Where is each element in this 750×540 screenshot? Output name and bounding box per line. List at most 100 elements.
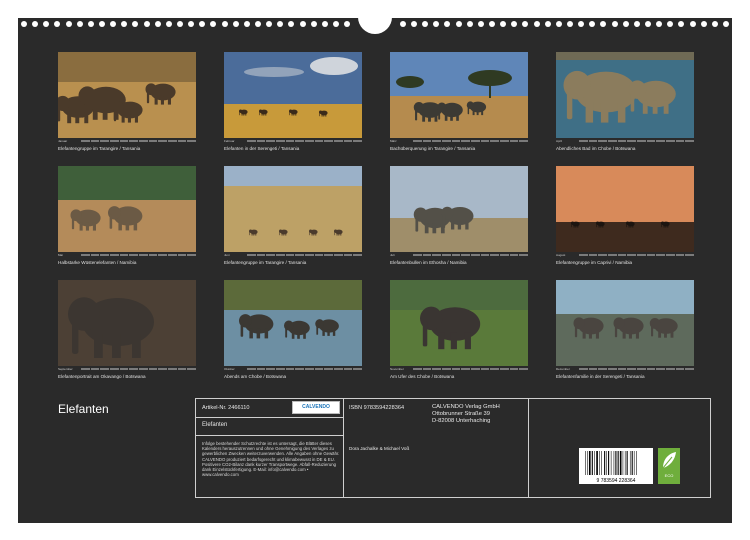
- binding-hole: [321, 21, 328, 27]
- binding-hole: [656, 21, 663, 27]
- month-name: Juli: [390, 252, 395, 257]
- binding-hole: [143, 21, 150, 27]
- binding-hole: [65, 21, 72, 27]
- elephant-photo: [58, 280, 196, 366]
- isbn: ISBN 9783594228364: [349, 405, 405, 411]
- photo-caption: Elefantengruppe im Caprivi / Namibia: [556, 260, 633, 265]
- elephant-photo: [390, 280, 528, 366]
- mini-calendar-strip: Mai: [58, 252, 197, 257]
- month-name: Februar: [224, 138, 235, 143]
- photo-card: November Am Ufer des Chobe / Botswana: [390, 280, 529, 379]
- month-name: Mai: [58, 252, 63, 257]
- binding-hole: [344, 21, 351, 27]
- binding-hole: [578, 21, 585, 27]
- elephant-photo: [224, 166, 362, 252]
- elephant-photo: [224, 52, 362, 138]
- binding-hole: [310, 21, 317, 27]
- binding-hole: [411, 21, 417, 27]
- photo-card: September Elefantenportrait am Okavango …: [58, 280, 197, 379]
- binding-hole: [243, 21, 250, 27]
- elephant-photo: [390, 52, 528, 138]
- binding-hole: [121, 21, 128, 27]
- binding-hole: [466, 21, 473, 27]
- photo-caption: Elefantengruppe im Tarangire / Tansania: [224, 260, 307, 265]
- binding-hole: [288, 21, 295, 27]
- mini-calendar-strip: April: [556, 138, 695, 143]
- binding-hole: [489, 21, 495, 27]
- binding-hole: [533, 21, 540, 27]
- info-box: Artikel-Nr. 2466110 CALVENDO Elefanten I…: [195, 398, 711, 498]
- mini-calendar-strip: Juli: [390, 252, 529, 257]
- binding-hole: [333, 21, 339, 27]
- calvendo-logo: CALVENDO: [292, 401, 340, 414]
- binding-hole: [399, 21, 406, 27]
- photo-caption: Elefantenfamilie in der Serengeti / Tans…: [556, 374, 645, 379]
- calendar-title: Elefanten: [58, 402, 109, 416]
- photo-card: Januar Elefantengruppe im Tarangire / Ta…: [58, 52, 197, 151]
- photo-card: Mai Halbstarke Wüstenelefanten / Namibia: [58, 166, 197, 265]
- binding-hole: [54, 21, 61, 27]
- divider: [528, 399, 529, 497]
- barcode: 9 783594 228364: [579, 448, 653, 484]
- binding-hole: [132, 21, 139, 27]
- divider: [343, 399, 344, 497]
- binding-hole: [433, 21, 440, 27]
- photo-caption: Abends am Chobe / Botswana: [224, 374, 287, 379]
- month-name: Januar: [58, 138, 68, 143]
- binding-hole: [711, 21, 718, 27]
- photo-caption: Elefantenportrait am Okavango / Botswana: [58, 374, 146, 379]
- binding-hole: [210, 21, 217, 27]
- photo-caption: Elefanten in der Serengeti / Tansania: [224, 146, 300, 151]
- binding-hole: [689, 21, 696, 27]
- month-name: September: [58, 366, 73, 371]
- mini-calendar-strip: Oktober: [224, 367, 363, 371]
- binding-hole: [544, 21, 551, 27]
- calendar-sheet: Januar Elefantengruppe im Tarangire / Ta…: [18, 0, 732, 523]
- binding-hole: [622, 21, 629, 27]
- binding-hole: [299, 21, 306, 27]
- binding-hole: [76, 21, 83, 27]
- binding-hole: [99, 21, 105, 27]
- month-name: Dezember: [556, 366, 570, 371]
- binding-hole: [177, 21, 183, 27]
- eco-badge: ECO: [658, 448, 680, 484]
- binding-hole: [199, 21, 206, 27]
- photo-caption: Bachüberquerung im Tarangire / Tansania: [390, 146, 476, 151]
- binding-hole: [633, 21, 640, 27]
- elephant-photo: [58, 166, 196, 252]
- photo-card: Juli Elefantenbullen im Ethosha / Namibi…: [390, 166, 529, 265]
- binding-hole: [611, 21, 618, 27]
- photo-card: Februar Elefanten in der Serengeti / Tan…: [224, 52, 363, 151]
- photo-card: Dezember Elefantenfamilie in der Serenge…: [556, 280, 695, 379]
- product-title: Elefanten: [202, 422, 228, 428]
- binding-hole: [154, 21, 161, 27]
- authors: Dora Jachalke & Michael Voß: [349, 446, 410, 451]
- photo-card: März Bachüberquerung im Tarangire / Tans…: [390, 52, 529, 151]
- binding-hole: [645, 21, 651, 27]
- publisher-street: Ottobrunner Straße 39: [432, 411, 491, 417]
- month-name: April: [556, 138, 563, 143]
- elephant-photo: [58, 52, 196, 138]
- legal-notice: Infolge bestehender Schutzrechte ist es …: [202, 441, 340, 478]
- binding-hole: [422, 21, 429, 27]
- photo-card: April Abendliches Bad im Chobe / Botswan…: [556, 52, 695, 151]
- binding-hole: [723, 21, 729, 27]
- month-name: Juni: [224, 252, 230, 257]
- month-name: November: [390, 366, 404, 371]
- photo-card: Oktober Abends am Chobe / Botswana: [224, 280, 363, 379]
- binding-hole: [555, 21, 562, 27]
- binding-hole: [511, 21, 518, 27]
- binding-hole: [221, 21, 228, 27]
- mini-calendar-strip: Juni: [224, 252, 363, 257]
- photo-card: Juni Elefantengruppe im Tarangire / Tans…: [224, 166, 363, 265]
- photo-caption: Halbstarke Wüstenelefanten / Namibia: [58, 260, 137, 265]
- mini-calendar-strip: Februar: [224, 138, 363, 143]
- elephant-photo: [224, 280, 362, 366]
- binding-hole: [87, 21, 94, 27]
- mini-calendar-strip: März: [390, 139, 529, 143]
- photo-caption: Am Ufer des Chobe / Botswana: [390, 374, 455, 379]
- binding-holes: [18, 21, 732, 31]
- photo-caption: Abendliches Bad im Chobe / Botswana: [556, 146, 636, 151]
- elephant-photo: [556, 52, 694, 138]
- binding-hole: [277, 21, 284, 27]
